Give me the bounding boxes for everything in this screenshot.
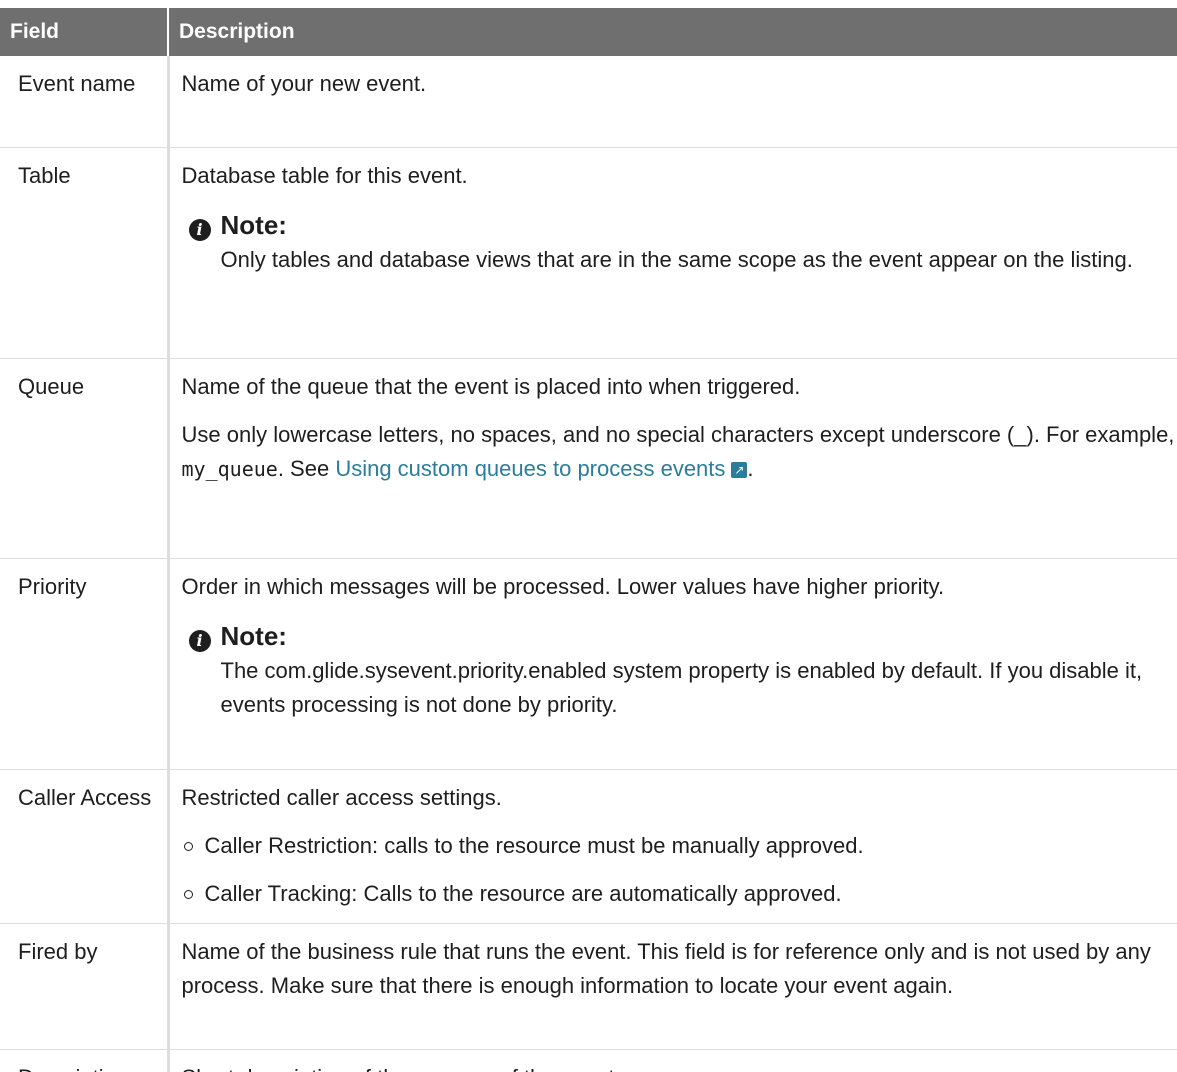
list-item: Caller Tracking: Calls to the resource a… [182, 877, 1176, 911]
table-row: Caller Access Restricted caller access s… [0, 769, 1177, 924]
description-text: Database table for this event. [181, 163, 468, 188]
header-description: Description [168, 8, 1177, 56]
table-row: Table Database table for this event. i N… [0, 147, 1177, 359]
note-callout: i Note: Only tables and database views t… [182, 207, 1176, 277]
queue-naming-rules: Use only lowercase letters, no spaces, a… [182, 418, 1176, 486]
list-item-text: Caller Tracking: Calls to the resource a… [204, 881, 842, 906]
note-text: Only tables and database views that are … [220, 247, 1133, 272]
list-item: Caller Restriction: calls to the resourc… [182, 829, 1176, 863]
field-description: Database table for this event. i Note: O… [168, 147, 1177, 359]
field-name: Priority [0, 558, 170, 770]
header-field: Field [0, 8, 169, 56]
field-name: Fired by [0, 923, 170, 1050]
external-link-icon: ↗ [731, 462, 748, 478]
description-text: Name of the business rule that runs the … [181, 939, 1151, 998]
table-row: Queue Name of the queue that the event i… [0, 358, 1177, 559]
custom-queues-link-text: Using custom queues to process events [335, 456, 726, 481]
table-row: Description Short description of the pur… [0, 1049, 1177, 1072]
period-text: . [747, 456, 754, 481]
table-header-row: Field Description [0, 8, 1177, 56]
field-name: Table [0, 147, 170, 359]
see-text: . See [277, 456, 336, 481]
description-text: Restricted caller access settings. [181, 785, 502, 810]
table-row: Priority Order in which messages will be… [0, 558, 1177, 770]
page: Field Description Event name Name of you… [0, 0, 1177, 1072]
note-text: The com.glide.sysevent.priority.enabled … [220, 658, 1143, 717]
description-text: Short description of the purpose of the … [182, 1061, 1176, 1072]
field-description: Name of the queue that the event is plac… [168, 358, 1177, 559]
field-name: Queue [0, 358, 170, 559]
note-title: Note: [220, 210, 287, 240]
list-item-text: Caller Restriction: calls to the resourc… [204, 833, 864, 858]
description-text: Order in which messages will be processe… [181, 574, 945, 599]
queue-example-code: my_queue [181, 457, 278, 481]
field-description: Restricted caller access settings. Calle… [168, 769, 1177, 924]
field-description: Short description of the purpose of the … [168, 1049, 1177, 1072]
table-row: Event name Name of your new event. [0, 56, 1177, 148]
hollow-circle-bullet-icon [183, 842, 193, 851]
hollow-circle-bullet-icon [183, 890, 193, 899]
table-row: Fired by Name of the business rule that … [0, 923, 1177, 1050]
queue-rules-text: Use only lowercase letters, no spaces, a… [181, 422, 1175, 447]
custom-queues-link[interactable]: Using custom queues to process events ↗ [335, 456, 748, 481]
note-title: Note: [220, 621, 287, 651]
field-name: Caller Access [0, 769, 170, 924]
info-icon: i [188, 630, 211, 652]
fields-table: Field Description Event name Name of you… [0, 8, 1177, 1072]
description-text: Name of the queue that the event is plac… [181, 374, 801, 399]
field-description: Name of the business rule that runs the … [168, 923, 1177, 1050]
caller-access-list: Caller Restriction: calls to the resourc… [182, 829, 1176, 911]
field-description: Name of your new event. [168, 56, 1177, 148]
note-callout: i Note: The com.glide.sysevent.priority.… [182, 618, 1176, 722]
info-icon: i [188, 219, 211, 241]
field-name: Event name [0, 56, 170, 148]
field-description: Order in which messages will be processe… [168, 558, 1177, 770]
field-name: Description [0, 1049, 170, 1072]
description-text: Name of your new event. [181, 71, 427, 96]
